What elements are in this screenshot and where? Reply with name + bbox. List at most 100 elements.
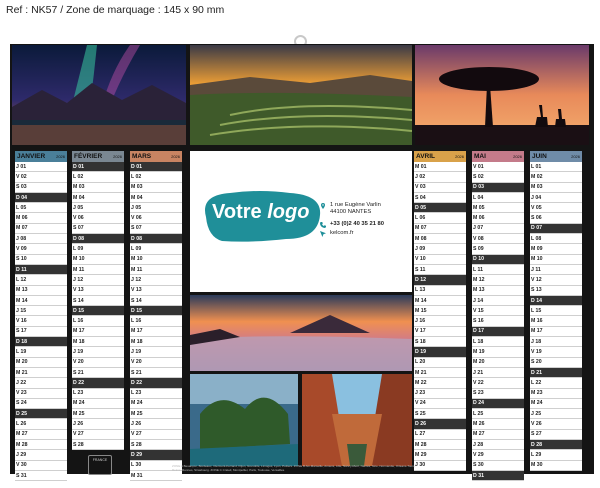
day-row: S 25 (414, 409, 466, 420)
day-number: D 26 (415, 421, 426, 428)
day-row: S 27 (530, 430, 582, 441)
day-number: M 04 (131, 194, 143, 201)
day-number: V 15 (473, 307, 484, 314)
day-row: J 21 (472, 368, 524, 379)
day-number: L 27 (415, 431, 426, 438)
day-row: S 09 (472, 244, 524, 255)
day-row: M 08 (414, 234, 466, 245)
day-number: M 15 (415, 307, 427, 314)
day-number: L 08 (531, 235, 542, 242)
day-row: M 23 (530, 389, 582, 399)
day-number: V 02 (16, 173, 27, 180)
day-row: J 19 (130, 347, 182, 358)
month-name: JANVIER (17, 153, 46, 160)
day-number: M 28 (415, 441, 427, 448)
day-row: M 10 (130, 255, 182, 265)
day-number: M 04 (73, 194, 85, 201)
day-row: S 02 (472, 172, 524, 183)
month-column-2: FÉVRIER 2026 D 01 L 02 M 03 M 04 J 05 V 06 S 07 D… (72, 151, 124, 451)
day-number: J 04 (531, 194, 542, 201)
day-row: S 31 (15, 471, 67, 482)
day-number: S 28 (131, 441, 142, 448)
day-number: M 03 (131, 184, 143, 191)
day-number: L 20 (415, 359, 426, 366)
day-row: M 20 (15, 358, 67, 368)
day-row: J 01 (15, 162, 67, 173)
month-header: MAI 2026 (472, 151, 524, 162)
day-row: M 24 (530, 399, 582, 410)
day-number: V 19 (531, 348, 542, 355)
day-number: J 18 (531, 338, 542, 345)
month-header: JUIN 2026 (530, 151, 582, 162)
month-year: 2026 (113, 154, 122, 159)
day-row: L 12 (15, 275, 67, 286)
day-number: D 29 (131, 451, 142, 458)
day-number: S 06 (531, 215, 542, 222)
day-number: M 08 (415, 235, 427, 242)
day-row: V 24 (414, 399, 466, 410)
day-row: S 06 (530, 213, 582, 224)
day-number: L 02 (131, 173, 142, 180)
day-row: M 12 (472, 275, 524, 286)
day-number: L 16 (131, 318, 142, 325)
day-row: M 06 (472, 213, 524, 224)
day-number: M 11 (131, 266, 143, 273)
day-row: V 13 (130, 286, 182, 296)
day-number: S 10 (16, 256, 27, 263)
day-number: M 07 (415, 225, 427, 232)
day-number: D 25 (16, 410, 27, 417)
day-row: M 10 (72, 255, 124, 265)
logo-text: Votre logo (212, 201, 310, 223)
day-row: J 18 (530, 337, 582, 348)
day-row: L 01 (530, 162, 582, 173)
day-number: L 05 (16, 204, 27, 211)
day-row: D 12 (414, 275, 466, 286)
day-number: D 22 (131, 379, 142, 386)
day-row: M 03 (130, 183, 182, 193)
day-row: M 09 (530, 244, 582, 255)
day-number: L 19 (16, 348, 27, 355)
day-row: V 20 (130, 358, 182, 368)
photo-tropical-islands (190, 374, 298, 466)
day-number: M 17 (531, 328, 543, 335)
day-row: L 27 (414, 430, 466, 441)
day-number: S 23 (473, 390, 484, 397)
day-row: V 06 (130, 213, 182, 224)
day-number: M 14 (415, 297, 427, 304)
month-header: MARS 2026 (130, 151, 182, 162)
day-number: M 19 (473, 348, 485, 355)
day-number: V 20 (131, 359, 142, 366)
day-row: M 04 (72, 193, 124, 204)
day-number: D 24 (473, 400, 484, 407)
day-number: L 18 (473, 338, 484, 345)
day-number: M 13 (473, 287, 485, 294)
day-row: V 08 (472, 234, 524, 245)
day-row: V 22 (472, 378, 524, 389)
day-number: J 23 (415, 390, 426, 397)
day-row: M 17 (130, 327, 182, 338)
day-row: L 20 (414, 358, 466, 368)
day-number: S 07 (73, 225, 84, 232)
day-row: V 19 (530, 347, 582, 358)
day-number: M 17 (131, 328, 143, 335)
day-number: M 14 (16, 297, 28, 304)
day-number: J 08 (16, 235, 27, 242)
day-number: V 23 (16, 390, 27, 397)
day-number: V 20 (73, 359, 84, 366)
day-row: L 18 (472, 337, 524, 348)
day-number: D 11 (16, 266, 27, 273)
day-row: V 12 (530, 275, 582, 286)
day-row: J 26 (130, 419, 182, 430)
day-number: M 23 (531, 390, 543, 397)
day-row: J 19 (72, 347, 124, 358)
day-row: V 29 (472, 450, 524, 461)
day-row: L 23 (72, 389, 124, 399)
day-number: S 28 (73, 441, 84, 448)
day-number: S 07 (131, 225, 142, 232)
day-number: L 01 (531, 163, 542, 170)
day-number: J 05 (73, 204, 84, 211)
day-number: M 18 (131, 338, 143, 345)
day-number: S 04 (415, 194, 426, 201)
day-number: V 10 (415, 256, 426, 263)
day-row: S 21 (130, 368, 182, 379)
